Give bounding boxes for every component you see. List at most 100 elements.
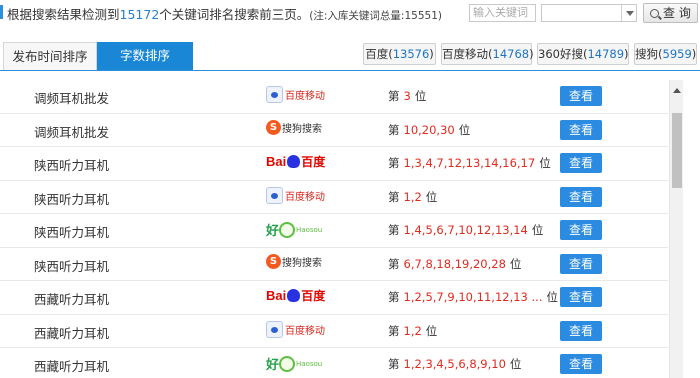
- keyword-cell: 西藏听力耳机: [34, 292, 110, 307]
- rank-suffix: 位: [546, 290, 558, 304]
- view-button[interactable]: 查看: [560, 119, 602, 140]
- summary-note: (注:入库关键词总量:15551): [309, 10, 442, 22]
- keyword-cell: 调频耳机批发: [34, 91, 110, 106]
- keyword-cell: 陕西听力耳机: [34, 191, 110, 207]
- view-button[interactable]: 查看: [560, 186, 602, 207]
- query-button[interactable]: 查 询: [643, 3, 698, 23]
- rank-prefix: 第: [388, 89, 400, 103]
- logo-text: 搜狗搜索: [282, 123, 322, 135]
- keyword-input[interactable]: 输入关键词: [469, 4, 536, 22]
- keyword-cell: 西藏听力耳机: [34, 325, 110, 341]
- scrollbar[interactable]: [669, 80, 683, 378]
- rank-suffix: 位: [531, 223, 544, 237]
- rank-cell: 第 1,2 位: [388, 323, 437, 339]
- engine-filter-baidu[interactable]: 百度(13576): [363, 43, 436, 65]
- tab-publish-time[interactable]: 发布时间排序: [3, 42, 97, 71]
- rank-cell: 第 1,4,5,6,7,10,12,13,14 位: [388, 222, 543, 238]
- engine-logo-haosou: 好 Haosou: [266, 220, 322, 240]
- rank-positions: 6,7,8,18,19,20,28: [403, 256, 506, 271]
- rank-suffix: 位: [539, 156, 551, 170]
- baidu-mobile-icon: [266, 186, 283, 204]
- rank-prefix: 第: [388, 156, 400, 170]
- rank-prefix: 第: [388, 223, 400, 237]
- rank-cell: 第 10,20,30 位: [388, 122, 470, 138]
- rank-cell: 第 6,7,8,18,19,20,28 位: [388, 256, 521, 272]
- engine-name: 搜狗: [635, 47, 658, 61]
- view-button[interactable]: 查看: [560, 320, 602, 341]
- query-button-label: 查 询: [663, 6, 691, 20]
- logo-text: Haosou: [296, 225, 323, 234]
- engine-logo-baidu: Bai 百度: [266, 287, 325, 307]
- rank-suffix: 位: [458, 122, 471, 137]
- engine-logo-sogou: S 搜狗搜索: [266, 119, 322, 140]
- rank-prefix: 第: [388, 122, 400, 137]
- engine-logo-sogou: S 搜狗搜索: [266, 253, 322, 274]
- table-row: 陕西听力耳机 Bai 百度 第 1,3,4,7,12,13,14,16,17 位查看: [0, 147, 668, 181]
- scroll-up-icon[interactable]: [673, 88, 681, 93]
- engine-logo-baidu: Bai 百度: [266, 153, 325, 173]
- table-row: 陕西听力耳机 S 搜狗搜索 第 6,7,8,18,19,20,28 位 查看: [0, 248, 668, 281]
- summary-prefix: 根据搜索结果检测到: [7, 7, 120, 22]
- haosou-icon: [279, 355, 296, 372]
- chevron-down-icon[interactable]: [621, 5, 636, 21]
- table-row: 西藏听力耳机 好 Haosou 第 1,2,3,4,5,6,8,9,10 位 查看: [0, 348, 668, 378]
- table-row: 陕西听力耳机 百度移动 第 1,2 位 查看: [0, 181, 668, 214]
- rank-prefix: 第: [388, 256, 400, 271]
- summary-count: 15172: [119, 7, 160, 22]
- scroll-thumb[interactable]: [672, 113, 682, 188]
- table-row: 陕西听力耳机 好 Haosou 第 1,4,5,6,7,10,12,13,14 位 查看: [0, 214, 668, 248]
- engine-count: 5959: [662, 47, 692, 61]
- view-button[interactable]: 查看: [560, 153, 602, 173]
- rank-suffix: 位: [509, 357, 522, 371]
- baidu-paw-icon: [287, 289, 301, 302]
- rank-suffix: 位: [425, 323, 438, 338]
- logo-text: 百度移动: [285, 191, 325, 203]
- view-button[interactable]: 查看: [560, 253, 602, 274]
- keyword-cell: 西藏听力耳机: [34, 359, 110, 374]
- engine-count: 13576: [392, 47, 430, 61]
- baidu-mobile-icon: [266, 320, 283, 338]
- rank-positions: 1,3,4,7,12,13,14,16,17: [403, 156, 536, 170]
- engine-filter-sogou[interactable]: 搜狗(5959): [634, 43, 697, 65]
- logo-text: 搜狗搜索: [282, 257, 322, 269]
- engine-select[interactable]: [541, 4, 637, 22]
- view-button[interactable]: 查看: [560, 287, 602, 307]
- engine-logo-baidu_mobile: 百度移动: [266, 186, 325, 207]
- sogou-icon: S: [266, 119, 281, 135]
- table-row: 西藏听力耳机 Bai 百度 第 1,2,5,7,9,10,11,12,13 ... 位查看: [0, 281, 668, 315]
- logo-text: 好: [266, 358, 280, 373]
- engine-filter-360[interactable]: 360好搜(14789): [537, 43, 629, 65]
- result-summary: 根据搜索结果检测到15172个关键词排名搜索前三页。(注:入库关键词总量:155…: [7, 4, 442, 23]
- logo-text: 百度: [301, 155, 326, 169]
- rank-cell: 第 1,3,4,7,12,13,14,16,17 位: [388, 155, 551, 171]
- keyword-cell: 陕西听力耳机: [34, 258, 110, 274]
- tab-divider: [0, 70, 700, 71]
- view-button[interactable]: 查看: [560, 220, 602, 240]
- view-button[interactable]: 查看: [560, 354, 602, 374]
- view-button[interactable]: 查看: [560, 86, 602, 106]
- rank-cell: 第3位: [388, 88, 426, 104]
- logo-text: 百度移动: [285, 325, 325, 337]
- tab-word-count[interactable]: 字数排序: [97, 42, 193, 71]
- rank-cell: 第 1,2,5,7,9,10,11,12,13 ... 位: [388, 289, 558, 305]
- rank-suffix: 位: [425, 189, 438, 204]
- keyword-cell: 陕西听力耳机: [34, 158, 110, 173]
- rank-positions: 1,2,3,4,5,6,8,9,10: [403, 357, 506, 371]
- engine-logo-baidu_mobile: 百度移动: [266, 86, 325, 106]
- engine-logo-haosou: 好 Haosou: [266, 354, 322, 374]
- table-row: 调频耳机批发 S 搜狗搜索 第 10,20,30 位 查看: [0, 114, 668, 147]
- engine-filter-baidu-mobile[interactable]: 百度移动(14768): [441, 43, 534, 65]
- rank-positions: 3: [403, 89, 411, 103]
- rank-positions: 10,20,30: [403, 122, 455, 137]
- engine-name: 360好搜: [538, 47, 583, 61]
- sogou-icon: S: [266, 253, 281, 269]
- baidu-mobile-icon: [266, 86, 283, 103]
- engine-logo-baidu_mobile: 百度移动: [266, 320, 325, 341]
- table-row: 调频耳机批发 百度移动 第 3 位 查看: [0, 80, 668, 114]
- logo-text: 百度移动: [285, 91, 325, 102]
- logo-text: 百度: [301, 289, 326, 303]
- rank-positions: 1,2: [403, 323, 422, 338]
- rank-suffix: 位: [509, 256, 522, 271]
- rank-suffix: 位: [414, 89, 427, 103]
- rank-prefix: 第: [388, 357, 400, 371]
